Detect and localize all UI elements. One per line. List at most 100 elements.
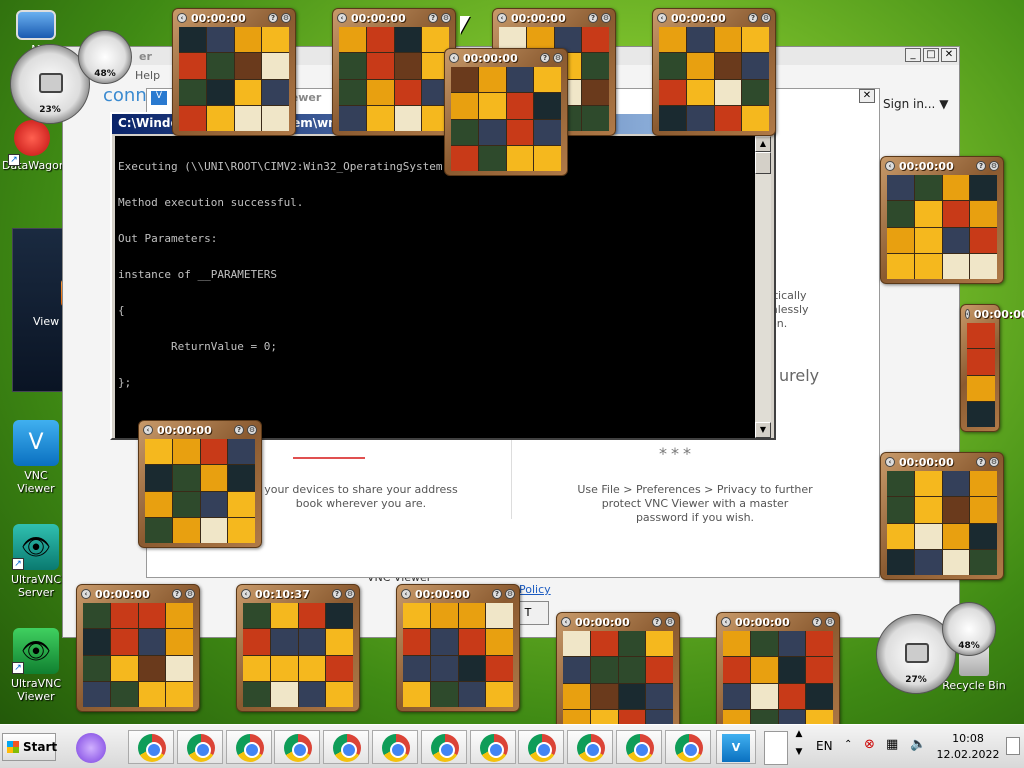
puzzle-tile[interactable] [243, 655, 270, 681]
puzzle-tile[interactable] [83, 603, 110, 629]
dialog-close-button[interactable]: ✕ [859, 89, 875, 103]
puzzle-tile[interactable] [138, 603, 166, 629]
puzzle-shuffle-icon[interactable]: ‹ [177, 13, 187, 23]
puzzle-tile[interactable] [590, 683, 618, 709]
puzzle-tile[interactable] [166, 629, 193, 655]
puzzle-widget[interactable]: ‹ 00:00:00? ⚙ [556, 612, 680, 740]
puzzle-tile[interactable] [83, 655, 110, 681]
puzzle-tile[interactable] [430, 681, 458, 707]
puzzle-tile[interactable] [200, 439, 228, 465]
puzzle-tile[interactable] [659, 105, 686, 131]
puzzle-tile[interactable] [458, 603, 486, 629]
puzzle-widget[interactable]: ‹ 00:00:00? ⚙ [76, 584, 200, 712]
puzzle-widget[interactable]: ‹ 00:00:00? ⚙ [716, 612, 840, 740]
puzzle-tile[interactable] [646, 631, 673, 657]
puzzle-tile[interactable] [234, 79, 262, 105]
language-indicator[interactable]: EN [816, 739, 833, 753]
policy-link[interactable]: Policy [519, 583, 551, 596]
puzzle-tile[interactable] [262, 53, 289, 79]
puzzle-tile[interactable] [262, 105, 289, 131]
puzzle-tile[interactable] [270, 655, 298, 681]
puzzle-tile[interactable] [914, 549, 942, 575]
puzzle-help-icon[interactable]: ? [976, 161, 986, 171]
puzzle-tile[interactable] [942, 227, 970, 253]
puzzle-tile[interactable] [750, 657, 778, 683]
puzzle-tile[interactable] [270, 603, 298, 629]
puzzle-shuffle-icon[interactable]: ‹ [497, 13, 507, 23]
puzzle-settings-icon[interactable]: ⚙ [761, 13, 771, 23]
puzzle-tile[interactable] [166, 603, 193, 629]
puzzle-tile[interactable] [659, 53, 686, 79]
puzzle-tile[interactable] [970, 471, 997, 497]
puzzle-tile[interactable] [145, 491, 172, 517]
puzzle-tile[interactable] [179, 53, 206, 79]
puzzle-shuffle-icon[interactable]: ‹ [721, 617, 731, 627]
puzzle-tile[interactable] [750, 683, 778, 709]
puzzle-tile[interactable] [298, 603, 326, 629]
taskbar-chrome-window[interactable] [664, 730, 711, 764]
puzzle-tile[interactable] [887, 497, 914, 523]
puzzle-tile[interactable] [403, 655, 430, 681]
puzzle-tile[interactable] [967, 401, 995, 427]
puzzle-tile[interactable] [200, 491, 228, 517]
puzzle-tile[interactable] [262, 27, 289, 53]
puzzle-tile[interactable] [145, 465, 172, 491]
puzzle-tile[interactable] [486, 655, 513, 681]
puzzle-tile[interactable] [506, 145, 534, 171]
puzzle-tile[interactable] [686, 79, 714, 105]
puzzle-tile[interactable] [534, 93, 561, 119]
puzzle-tile[interactable] [262, 79, 289, 105]
puzzle-tile[interactable] [200, 465, 228, 491]
puzzle-tile[interactable] [138, 629, 166, 655]
puzzle-shuffle-icon[interactable]: ‹ [885, 457, 895, 467]
puzzle-tile[interactable] [534, 67, 561, 93]
puzzle-shuffle-icon[interactable]: ‹ [337, 13, 347, 23]
puzzle-tile[interactable] [339, 53, 366, 79]
puzzle-tile[interactable] [458, 629, 486, 655]
puzzle-tile[interactable] [270, 681, 298, 707]
puzzle-tile[interactable] [326, 629, 353, 655]
puzzle-tile[interactable] [228, 465, 255, 491]
puzzle-tile[interactable] [110, 681, 138, 707]
puzzle-settings-icon[interactable]: ⚙ [505, 589, 515, 599]
taskbar-chrome-window[interactable] [420, 730, 467, 764]
puzzle-tile[interactable] [179, 27, 206, 53]
puzzle-help-icon[interactable]: ? [428, 13, 438, 23]
puzzle-tile[interactable] [534, 145, 561, 171]
puzzle-tile[interactable] [234, 105, 262, 131]
puzzle-settings-icon[interactable]: ⚙ [825, 617, 835, 627]
puzzle-tile[interactable] [563, 657, 590, 683]
puzzle-tile[interactable] [206, 105, 234, 131]
puzzle-tile[interactable] [970, 175, 997, 201]
puzzle-tile[interactable] [914, 497, 942, 523]
puzzle-tile[interactable] [394, 53, 422, 79]
puzzle-shuffle-icon[interactable]: ‹ [81, 589, 91, 599]
puzzle-tile[interactable] [394, 27, 422, 53]
puzzle-tile[interactable] [243, 629, 270, 655]
show-desktop-button[interactable] [1006, 737, 1020, 755]
scroll-down-icon[interactable]: ▼ [755, 422, 771, 438]
puzzle-tile[interactable] [582, 79, 609, 105]
puzzle-help-icon[interactable]: ? [492, 589, 502, 599]
puzzle-tile[interactable] [887, 227, 914, 253]
puzzle-tile[interactable] [451, 119, 478, 145]
taskbar-chrome-window[interactable] [567, 730, 614, 764]
puzzle-tile[interactable] [403, 629, 430, 655]
puzzle-tile[interactable] [714, 53, 742, 79]
puzzle-help-icon[interactable]: ? [976, 457, 986, 467]
puzzle-tile[interactable] [563, 683, 590, 709]
desktop-icon-ultravnc-server[interactable]: 👁 ↗ UltraVNC Server [6, 524, 66, 599]
puzzle-settings-icon[interactable]: ⚙ [185, 589, 195, 599]
puzzle-tile[interactable] [179, 105, 206, 131]
puzzle-settings-icon[interactable]: ⚙ [247, 425, 257, 435]
puzzle-shuffle-icon[interactable]: ‹ [401, 589, 411, 599]
puzzle-help-icon[interactable]: ? [540, 53, 550, 63]
puzzle-help-icon[interactable]: ? [172, 589, 182, 599]
puzzle-tile[interactable] [110, 655, 138, 681]
puzzle-help-icon[interactable]: ? [332, 589, 342, 599]
puzzle-shuffle-icon[interactable]: ‹ [143, 425, 153, 435]
puzzle-tile[interactable] [778, 657, 806, 683]
puzzle-tile[interactable] [478, 67, 506, 93]
desktop-icon-ultravnc-viewer[interactable]: 👁 ↗ UltraVNC Viewer [6, 628, 66, 703]
puzzle-tile[interactable] [430, 629, 458, 655]
